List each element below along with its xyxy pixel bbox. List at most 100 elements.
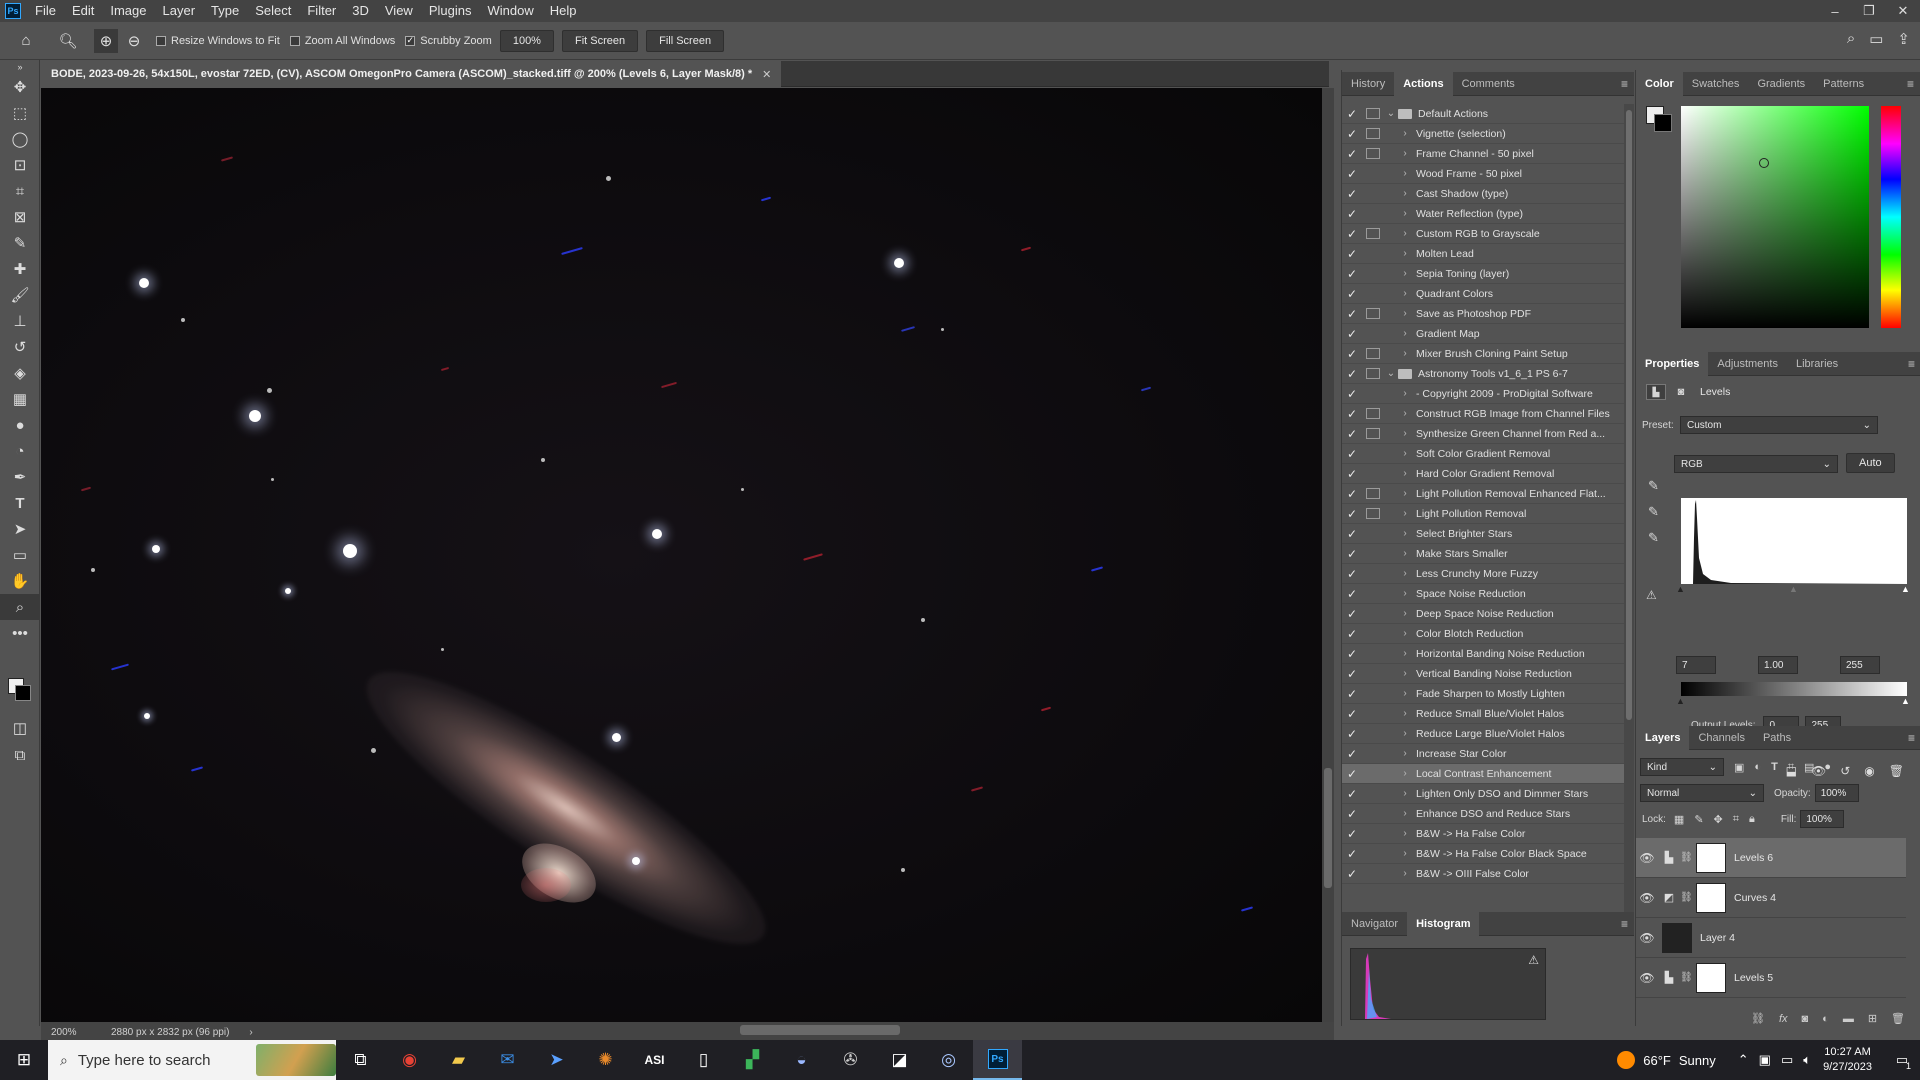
check-icon[interactable]: ✓ (1342, 467, 1362, 481)
chevron-down-icon[interactable]: ⌄ (1384, 368, 1398, 379)
check-icon[interactable]: ✓ (1342, 867, 1362, 881)
output-white-handle[interactable]: ▲ (1901, 696, 1910, 706)
check-icon[interactable]: ✓ (1342, 547, 1362, 561)
chevron-right-icon[interactable]: › (1398, 328, 1412, 339)
share-icon[interactable]: ⇪ (1897, 30, 1910, 48)
action-row[interactable]: ✓ › B&W -> OIII False Color (1342, 864, 1625, 884)
action-row[interactable]: ✓ › Mixer Brush Cloning Paint Setup (1342, 344, 1625, 364)
chevron-right-icon[interactable]: › (1398, 728, 1412, 739)
fill-screen-button[interactable]: Fill Screen (646, 29, 725, 52)
dialog-toggle-icon[interactable] (1366, 428, 1380, 439)
chevron-right-icon[interactable]: › (1398, 148, 1412, 159)
chevron-right-icon[interactable]: › (1398, 128, 1412, 139)
chevron-right-icon[interactable]: › (1398, 188, 1412, 199)
action-set-row[interactable]: ✓ ⌄ Default Actions (1342, 104, 1625, 124)
warning-icon[interactable]: ⚠ (1528, 953, 1539, 967)
resize-windows-checkbox[interactable]: Resize Windows to Fit (156, 35, 280, 47)
dialog-toggle-icon[interactable] (1366, 828, 1380, 839)
link-layers-icon[interactable]: ⛓ (1751, 1012, 1765, 1025)
layer-thumbnail[interactable] (1662, 922, 1692, 953)
chevron-right-icon[interactable]: › (1398, 568, 1412, 579)
menu-file[interactable]: File (27, 0, 64, 22)
sharpcap-icon[interactable]: ✺ (581, 1040, 630, 1080)
layer-mask-thumbnail[interactable] (1696, 882, 1726, 913)
menu-view[interactable]: View (377, 0, 421, 22)
check-icon[interactable]: ✓ (1342, 687, 1362, 701)
levels-adjustment-icon[interactable]: ▙ (1658, 971, 1680, 984)
workspace-icon[interactable]: ▭ (1869, 30, 1883, 48)
levels-adjustment-icon[interactable]: ▙ (1658, 851, 1680, 864)
white-eyedropper-icon[interactable]: ✎ (1648, 530, 1659, 546)
action-row[interactable]: ✓ › Space Noise Reduction (1342, 584, 1625, 604)
check-icon[interactable]: ✓ (1342, 307, 1362, 321)
action-row[interactable]: ✓ › Select Brighter Stars (1342, 524, 1625, 544)
rectangle-tool-icon[interactable]: ▭ (0, 542, 40, 568)
input-gamma-field[interactable]: 1.00 (1758, 656, 1798, 674)
chevron-right-icon[interactable]: › (1398, 608, 1412, 619)
network-icon[interactable]: ▭ (1781, 1052, 1793, 1068)
action-row[interactable]: ✓ › Cast Shadow (type) (1342, 184, 1625, 204)
chart-app-icon[interactable]: ▞ (728, 1040, 777, 1080)
check-icon[interactable]: ✓ (1342, 707, 1362, 721)
stamp-tool-icon[interactable]: ⊥ (0, 308, 40, 334)
filter-shape-icon[interactable]: ⌗ (1788, 761, 1794, 774)
scrubby-zoom-checkbox[interactable]: ✓ Scrubby Zoom (405, 35, 492, 47)
search-icon[interactable]: ⌕ (1847, 30, 1855, 48)
weather-widget[interactable]: 66°F Sunny (1617, 1051, 1716, 1069)
menu-3d[interactable]: 3D (344, 0, 377, 22)
frame-tool-icon[interactable]: ⊠ (0, 204, 40, 230)
zoom-level[interactable]: 200% (41, 1027, 81, 1038)
check-icon[interactable]: ✓ (1342, 627, 1362, 641)
new-group-icon[interactable]: ▬ (1843, 1013, 1854, 1025)
panel-menu-icon[interactable]: ≡ (1907, 77, 1914, 91)
chevron-right-icon[interactable]: › (1398, 808, 1412, 819)
dialog-toggle-icon[interactable] (1366, 388, 1380, 399)
close-icon[interactable]: ✕ (1886, 0, 1920, 22)
check-icon[interactable]: ✓ (1342, 667, 1362, 681)
opacity-field[interactable]: 100% (1814, 784, 1859, 802)
chevron-right-icon[interactable]: › (1398, 468, 1412, 479)
filter-smart-icon[interactable]: ▤ (1804, 761, 1814, 774)
dialog-toggle-icon[interactable] (1366, 308, 1380, 319)
chevron-right-icon[interactable]: › (1398, 528, 1412, 539)
visibility-eye-icon[interactable]: 👁︎ (1636, 931, 1658, 945)
dialog-toggle-icon[interactable] (1366, 548, 1380, 559)
quick-mask-icon[interactable]: ◫ (0, 715, 40, 741)
dialog-toggle-icon[interactable] (1366, 168, 1380, 179)
action-row[interactable]: ✓ › Molten Lead (1342, 244, 1625, 264)
lock-position-icon[interactable]: ✥ (1714, 813, 1723, 826)
dialog-toggle-icon[interactable] (1366, 468, 1380, 479)
gear-app-icon[interactable]: ✇ (826, 1040, 875, 1080)
kind-filter-select[interactable]: Kind ⌄ (1640, 758, 1724, 776)
globe-app-icon[interactable]: ◒ (777, 1040, 826, 1080)
background-color-swatch[interactable] (15, 685, 31, 701)
dialog-toggle-icon[interactable] (1366, 668, 1380, 679)
action-row[interactable]: ✓ › - Copyright 2009 - ProDigital Software (1342, 384, 1625, 404)
link-icon[interactable]: ⛓ (1680, 852, 1693, 863)
visibility-eye-icon[interactable]: 👁︎ (1636, 851, 1658, 865)
history-brush-tool-icon[interactable]: ↺ (0, 334, 40, 360)
dialog-toggle-icon[interactable] (1366, 328, 1380, 339)
chevron-right-icon[interactable]: › (1398, 428, 1412, 439)
more-tools-icon[interactable]: ••• (0, 620, 40, 646)
check-icon[interactable]: ✓ (1342, 807, 1362, 821)
dialog-toggle-icon[interactable] (1366, 368, 1380, 379)
chevron-right-icon[interactable]: › (1398, 788, 1412, 799)
dialog-toggle-icon[interactable] (1366, 868, 1380, 879)
menu-edit[interactable]: Edit (64, 0, 102, 22)
chevron-right-icon[interactable]: › (1398, 648, 1412, 659)
tab-patterns[interactable]: Patterns (1814, 72, 1873, 96)
check-icon[interactable]: ✓ (1342, 127, 1362, 141)
lock-all-icon[interactable]: 🔒︎ (1749, 813, 1755, 826)
chevron-right-icon[interactable]: › (249, 1027, 252, 1038)
action-row[interactable]: ✓ › B&W -> Ha False Color (1342, 824, 1625, 844)
check-icon[interactable]: ✓ (1342, 447, 1362, 461)
visibility-eye-icon[interactable]: 👁︎ (1636, 971, 1658, 985)
tab-layers[interactable]: Layers (1636, 725, 1690, 750)
color-picker-field[interactable] (1681, 106, 1869, 328)
tab-history[interactable]: History (1342, 72, 1394, 96)
brush-tool-icon[interactable]: 🖌︎ (0, 282, 40, 308)
white-point-handle[interactable]: ▲ (1901, 584, 1910, 594)
zoom-out-icon[interactable]: ⊖ (122, 29, 146, 53)
menu-filter[interactable]: Filter (299, 0, 344, 22)
